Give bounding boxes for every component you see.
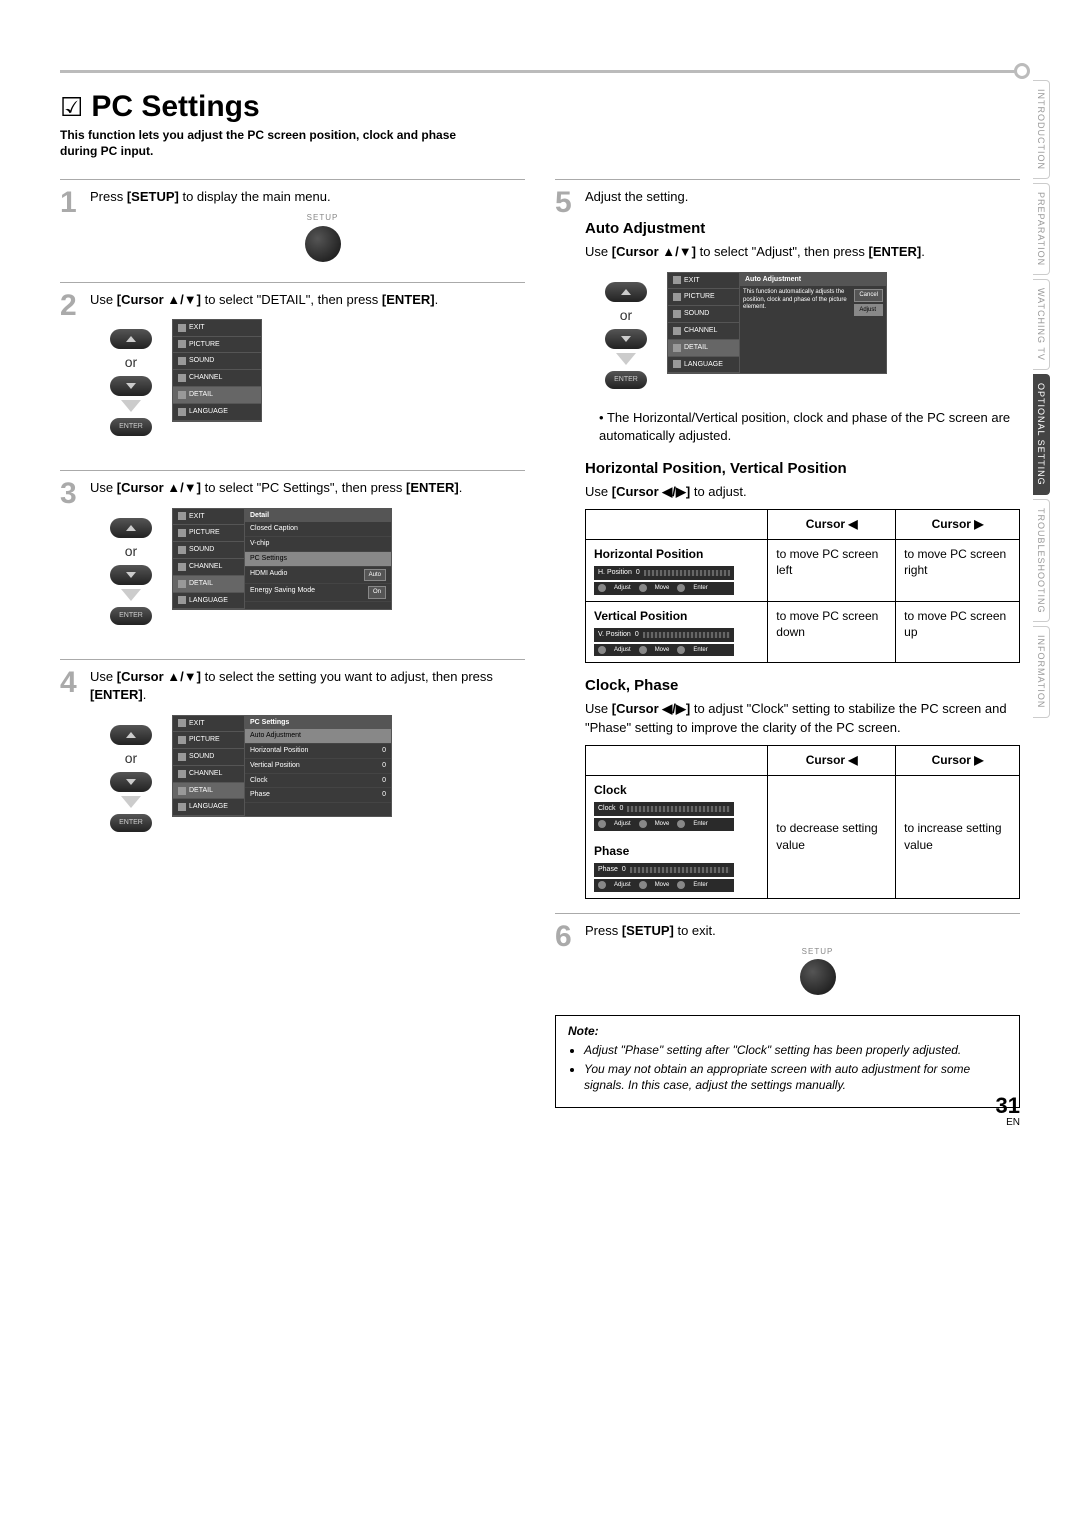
step-number: 5	[555, 188, 577, 898]
osd-exit: EXIT	[173, 320, 261, 337]
position-heading: Horizontal Position, Vertical Position	[585, 458, 1020, 479]
tab-introduction: INTRODUCTION	[1033, 80, 1050, 179]
enter-button-icon: ENTER	[110, 607, 152, 625]
cursor-up-icon	[605, 282, 647, 302]
setup-button-icon	[305, 226, 341, 262]
position-instr: Use [Cursor ◀/▶] to adjust.	[585, 483, 1020, 501]
step-number: 3	[60, 479, 82, 645]
arrow-down-icon	[121, 796, 141, 808]
setup-label: SETUP	[307, 212, 339, 223]
enter-button-icon: ENTER	[110, 418, 152, 436]
cursor-up-icon	[110, 329, 152, 349]
or-label: or	[125, 353, 137, 373]
osd-detail-menu: EXIT PICTURE SOUND CHANNEL DETAIL LANGUA…	[172, 508, 392, 611]
setup-label: SETUP	[802, 946, 834, 957]
position-table: Cursor ◀ Cursor ▶ Horizontal Position H.…	[585, 509, 1020, 664]
cursor-up-icon	[110, 518, 152, 538]
auto-adjustment-heading: Auto Adjustment	[585, 218, 1020, 239]
phase-slider: Phase0	[594, 863, 734, 877]
osd-sound: SOUND	[173, 353, 261, 370]
h-position-slider: H. Position0	[594, 566, 734, 580]
cursor-down-icon	[605, 329, 647, 349]
step-text: Press	[90, 189, 127, 204]
osd-row: Closed Caption	[245, 522, 391, 537]
enter-key: [ENTER]	[382, 292, 435, 307]
step-4: 4 Use [Cursor ▲/▼] to select the setting…	[60, 659, 525, 852]
note-item: You may not obtain an appropriate screen…	[584, 1061, 1007, 1093]
step-number: 6	[555, 922, 577, 1001]
clock-slider: Clock0	[594, 802, 734, 816]
v-position-slider: V. Position0	[594, 628, 734, 642]
arrow-down-icon	[616, 353, 636, 365]
tab-preparation: PREPARATION	[1033, 183, 1050, 275]
cursor-down-icon	[110, 565, 152, 585]
osd-adjust: Adjust	[854, 304, 883, 316]
note-title: Note:	[568, 1024, 1007, 1038]
intro-text: This function lets you adjust the PC scr…	[60, 128, 490, 159]
note-box: Note: Adjust "Phase" setting after "Cloc…	[555, 1015, 1020, 1108]
section-tabs: INTRODUCTION PREPARATION WATCHING TV OPT…	[1033, 80, 1050, 718]
tab-optional-setting: OPTIONAL SETTING	[1033, 374, 1050, 495]
step-3: 3 Use [Cursor ▲/▼] to select "PC Setting…	[60, 470, 525, 645]
cursor-up-icon	[110, 725, 152, 745]
tab-information: INFORMATION	[1033, 626, 1050, 717]
setup-key: [SETUP]	[127, 189, 179, 204]
note-item: Adjust "Phase" setting after "Clock" set…	[584, 1042, 1007, 1058]
osd-channel: CHANNEL	[173, 370, 261, 387]
cursor-down-icon	[110, 772, 152, 792]
step-6: 6 Press [SETUP] to exit. SETUP	[555, 913, 1020, 1001]
cursor-right-header: Cursor ▶	[896, 509, 1020, 539]
page-title: PC Settings	[91, 90, 259, 124]
cursor-key: [Cursor ▲/▼]	[117, 292, 201, 307]
step-number: 4	[60, 668, 82, 852]
enter-button-icon: ENTER	[110, 814, 152, 832]
osd-cancel: Cancel	[854, 289, 883, 301]
osd-pc-settings-menu: EXIT PICTURE SOUND CHANNEL DETAIL LANGUA…	[172, 715, 392, 818]
step-1: 1 Press [SETUP] to display the main menu…	[60, 179, 525, 267]
osd-language: LANGUAGE	[173, 404, 261, 421]
header-rule	[60, 70, 1020, 73]
step-number: 2	[60, 291, 82, 457]
step-2: 2 Use [Cursor ▲/▼] to select "DETAIL", t…	[60, 282, 525, 457]
arrow-down-icon	[121, 400, 141, 412]
arrow-down-icon	[121, 589, 141, 601]
osd-picture: PICTURE	[173, 337, 261, 354]
enter-button-icon: ENTER	[605, 371, 647, 389]
auto-adjust-bullet: The Horizontal/Vertical position, clock …	[599, 409, 1020, 445]
clock-phase-heading: Clock, Phase	[585, 675, 1020, 696]
page-number: 31 EN	[996, 1093, 1020, 1128]
tab-watching-tv: WATCHING TV	[1033, 279, 1050, 370]
clock-phase-table: Cursor ◀ Cursor ▶ Clock Clock0 AdjustMov…	[585, 745, 1020, 899]
checkbox-icon: ☑	[60, 94, 83, 120]
osd-detail: DETAIL	[173, 387, 261, 404]
cursor-left-header: Cursor ◀	[768, 509, 896, 539]
auto-adjustment-instr: Use [Cursor ▲/▼] to select "Adjust", the…	[585, 243, 1020, 261]
tab-troubleshooting: TROUBLESHOOTING	[1033, 499, 1050, 623]
setup-button-icon	[800, 959, 836, 995]
clock-phase-instr: Use [Cursor ◀/▶] to adjust "Clock" setti…	[585, 700, 1020, 736]
slider-legend: AdjustMoveEnter	[594, 582, 734, 594]
step-5: 5 Adjust the setting. Auto Adjustment Us…	[555, 179, 1020, 898]
osd-main-menu: EXIT PICTURE SOUND CHANNEL DETAIL LANGUA…	[172, 319, 262, 422]
step-text: Adjust the setting.	[585, 189, 688, 204]
header-circle-icon	[1014, 63, 1030, 79]
step-number: 1	[60, 188, 82, 267]
osd-auto-adjustment: EXIT PICTURE SOUND CHANNEL DETAIL LANGUA…	[667, 272, 887, 375]
cursor-down-icon	[110, 376, 152, 396]
